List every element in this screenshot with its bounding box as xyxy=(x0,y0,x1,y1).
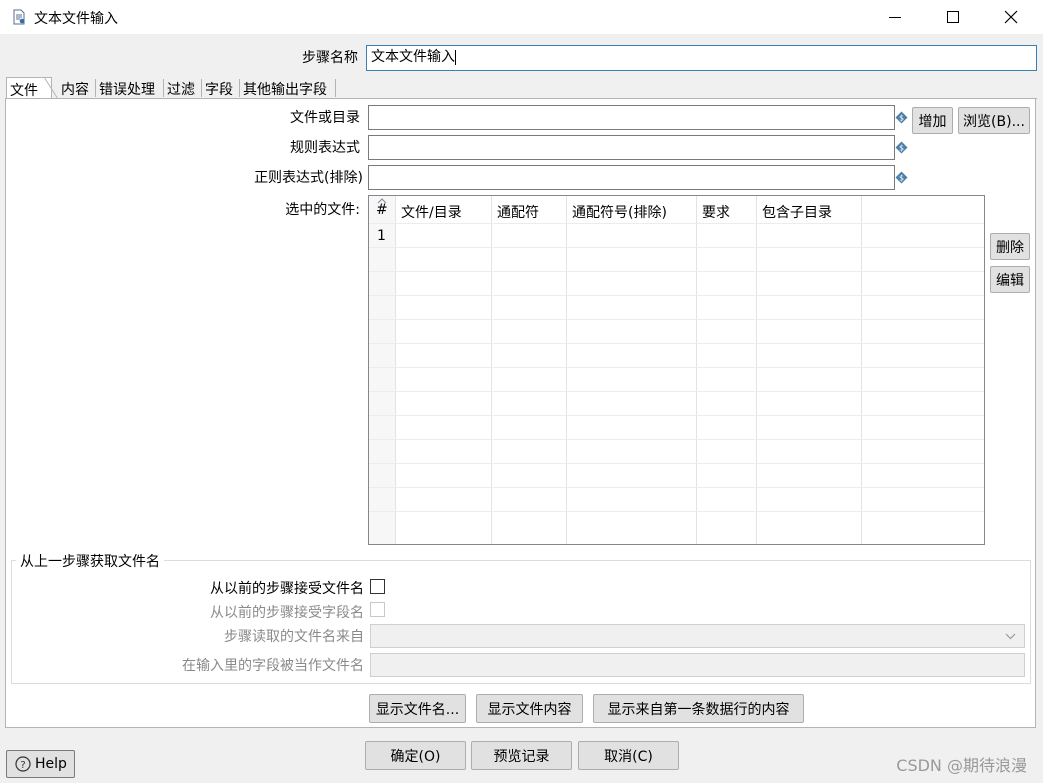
field-as-filename-input[interactable] xyxy=(370,653,1025,677)
grid-line xyxy=(756,196,757,544)
regex-exclude-input[interactable] xyxy=(368,165,895,190)
watermark: CSDN @期待浪漫 xyxy=(896,756,1027,775)
grid-line xyxy=(369,463,984,464)
svg-text:?: ? xyxy=(20,760,25,771)
delete-button[interactable]: 删除 xyxy=(990,233,1030,260)
step-name-value: 文本文件输入 xyxy=(371,49,455,65)
regex-exclude-label: 正则表达式(排除) xyxy=(254,170,363,186)
edit-button[interactable]: 编辑 xyxy=(990,266,1030,293)
browse-button[interactable]: 浏览(B)... xyxy=(958,107,1030,134)
minimize-icon xyxy=(889,16,901,18)
preview-button[interactable]: 预览记录 xyxy=(471,741,572,770)
step-name-input[interactable]: 文本文件输入 xyxy=(366,45,1037,71)
tab-content[interactable]: 内容 xyxy=(58,77,92,99)
accept-filenames-label: 从以前的步骤接受文件名 xyxy=(210,581,364,597)
show-first-row-content-button[interactable]: 显示来自第一条数据行的内容 xyxy=(593,694,804,723)
window-title: 文本文件输入 xyxy=(34,11,118,27)
file-or-dir-label: 文件或目录 xyxy=(290,110,360,126)
grid-line xyxy=(369,439,984,440)
selected-files-table[interactable]: # 文件/目录 通配符 通配符号(排除) 要求 包含子目录 1 xyxy=(368,195,985,545)
grid-line xyxy=(566,196,567,544)
step-source-select[interactable] xyxy=(370,624,1025,648)
grid-line xyxy=(369,391,984,392)
regex-input[interactable] xyxy=(368,135,895,160)
variable-icon[interactable]: $ xyxy=(895,141,908,154)
grid-line xyxy=(369,295,984,296)
grid-line xyxy=(369,223,984,224)
tab-strip xyxy=(5,75,1037,99)
step-name-label: 步骤名称 xyxy=(302,50,358,66)
svg-text:$: $ xyxy=(899,144,904,153)
grid-line xyxy=(395,196,396,544)
minimize-button[interactable] xyxy=(872,0,918,34)
tab-divider xyxy=(335,79,336,97)
selected-files-label: 选中的文件: xyxy=(285,202,360,218)
tab-fields[interactable]: 字段 xyxy=(202,77,236,99)
grid-line xyxy=(491,196,492,544)
chevron-down-icon xyxy=(1005,633,1016,640)
accept-fieldnames-checkbox[interactable] xyxy=(370,602,385,617)
cancel-button[interactable]: 取消(C) xyxy=(578,741,679,770)
column-header[interactable]: 要求 xyxy=(696,196,756,223)
help-icon: ? xyxy=(15,756,31,772)
accept-filenames-checkbox[interactable] xyxy=(370,579,385,594)
prev-step-group-title: 从上一步骤获取文件名 xyxy=(16,551,164,571)
grid-line xyxy=(696,196,697,544)
svg-text:$: $ xyxy=(899,114,904,123)
grid-line xyxy=(369,247,984,248)
field-as-filename-label: 在输入里的字段被当作文件名 xyxy=(182,658,364,674)
text-file-icon xyxy=(13,9,25,25)
column-header[interactable]: 通配符号(排除) xyxy=(566,196,696,223)
ok-button[interactable]: 确定(O) xyxy=(365,741,466,770)
sort-up-icon xyxy=(377,198,387,204)
grid-line xyxy=(369,271,984,272)
step-source-label: 步骤读取的文件名来自 xyxy=(224,629,364,645)
grid-line xyxy=(369,511,984,512)
tab-other-output-fields[interactable]: 其他输出字段 xyxy=(240,77,330,99)
variable-icon[interactable]: $ xyxy=(895,171,908,184)
tab-file-slant xyxy=(44,77,58,99)
grid-line xyxy=(369,487,984,488)
variable-icon[interactable]: $ xyxy=(895,111,908,124)
help-button[interactable]: ? Help xyxy=(6,750,75,778)
grid-line xyxy=(369,367,984,368)
close-icon xyxy=(1004,10,1018,24)
add-button[interactable]: 增加 xyxy=(912,107,953,134)
table-row-number[interactable]: 1 xyxy=(369,224,395,247)
maximize-button[interactable] xyxy=(930,0,976,34)
grid-line xyxy=(369,415,984,416)
column-header[interactable]: 包含子目录 xyxy=(756,196,861,223)
tab-filter[interactable]: 过滤 xyxy=(164,77,198,99)
file-or-dir-input[interactable] xyxy=(368,105,895,130)
regex-label: 规则表达式 xyxy=(290,140,360,156)
show-file-content-button[interactable]: 显示文件内容 xyxy=(476,694,583,723)
column-header[interactable]: 通配符 xyxy=(491,196,566,223)
svg-text:$: $ xyxy=(899,174,904,183)
grid-line xyxy=(369,319,984,320)
show-filenames-button[interactable]: 显示文件名... xyxy=(369,694,466,723)
grid-line xyxy=(369,343,984,344)
maximize-icon xyxy=(947,11,959,23)
tab-error-handling[interactable]: 错误处理 xyxy=(96,77,158,99)
row-number-column xyxy=(369,196,395,544)
column-header[interactable]: 文件/目录 xyxy=(395,196,491,223)
close-button[interactable] xyxy=(988,0,1034,34)
accept-fieldnames-label: 从以前的步骤接受字段名 xyxy=(210,605,364,621)
grid-line xyxy=(861,196,862,544)
